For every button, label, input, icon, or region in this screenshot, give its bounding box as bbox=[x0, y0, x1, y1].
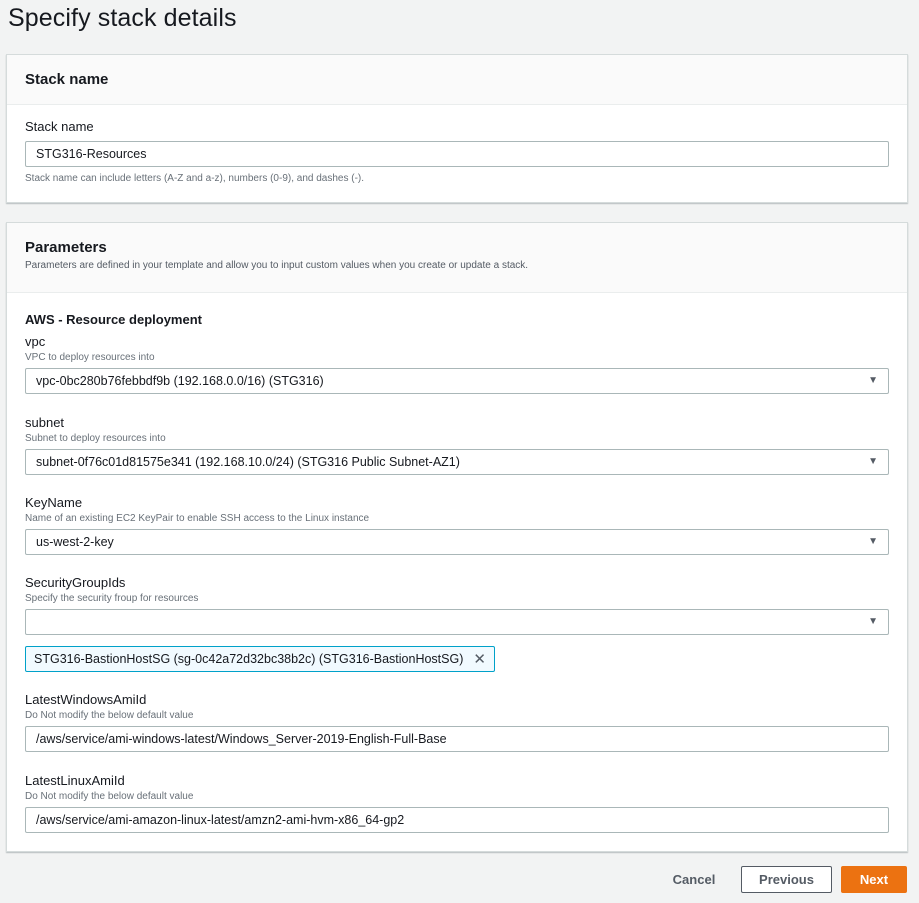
page-title: Specify stack details bbox=[8, 4, 237, 32]
panel-header: Parameters Parameters are defined in you… bbox=[7, 223, 907, 293]
panel-body: AWS - Resource deployment vpc VPC to dep… bbox=[7, 293, 907, 851]
security-group-select[interactable]: ▼ bbox=[25, 609, 889, 635]
caret-down-icon: ▼ bbox=[868, 456, 878, 467]
subnet-select-value: subnet-0f76c01d81575e341 (192.168.10.0/2… bbox=[36, 455, 460, 469]
stack-name-label: Stack name bbox=[25, 119, 94, 134]
previous-button[interactable]: Previous bbox=[741, 866, 832, 893]
parameters-panel: Parameters Parameters are defined in you… bbox=[6, 222, 908, 852]
close-icon[interactable]: ✕ bbox=[473, 652, 486, 667]
security-group-token: STG316-BastionHostSG (sg-0c42a72d32bc38b… bbox=[25, 646, 495, 672]
subnet-description: Subnet to deploy resources into bbox=[25, 433, 166, 444]
stack-name-hint: Stack name can include letters (A-Z and … bbox=[25, 173, 365, 184]
vpc-select-value: vpc-0bc280b76febbdf9b (192.168.0.0/16) (… bbox=[36, 374, 324, 388]
windows-ami-description: Do Not modify the below default value bbox=[25, 710, 194, 721]
keyname-description: Name of an existing EC2 KeyPair to enabl… bbox=[25, 513, 370, 524]
linux-ami-input[interactable] bbox=[25, 807, 889, 833]
vpc-label: vpc bbox=[25, 334, 46, 349]
stack-name-input[interactable] bbox=[25, 141, 889, 167]
subnet-select[interactable]: subnet-0f76c01d81575e341 (192.168.10.0/2… bbox=[25, 449, 889, 475]
panel-title: Stack name bbox=[25, 71, 109, 88]
vpc-description: VPC to deploy resources into bbox=[25, 352, 155, 363]
panel-body: Stack name Stack name can include letter… bbox=[7, 105, 907, 203]
section-title: AWS - Resource deployment bbox=[25, 312, 202, 327]
windows-ami-label: LatestWindowsAmiId bbox=[25, 692, 147, 707]
caret-down-icon: ▼ bbox=[868, 616, 878, 627]
security-group-label: SecurityGroupIds bbox=[25, 575, 126, 590]
caret-down-icon: ▼ bbox=[868, 375, 878, 386]
subnet-label: subnet bbox=[25, 415, 65, 430]
vpc-select[interactable]: vpc-0bc280b76febbdf9b (192.168.0.0/16) (… bbox=[25, 368, 889, 394]
keyname-select-value: us-west-2-key bbox=[36, 535, 114, 549]
next-button[interactable]: Next bbox=[841, 866, 907, 893]
linux-ami-description: Do Not modify the below default value bbox=[25, 791, 194, 802]
token-label: STG316-BastionHostSG (sg-0c42a72d32bc38b… bbox=[34, 652, 464, 666]
stack-name-panel: Stack name Stack name Stack name can inc… bbox=[6, 54, 908, 203]
panel-description: Parameters are defined in your template … bbox=[25, 260, 529, 271]
panel-header: Stack name bbox=[7, 55, 907, 105]
cancel-button[interactable]: Cancel bbox=[664, 866, 724, 893]
keyname-label: KeyName bbox=[25, 495, 83, 510]
windows-ami-input[interactable] bbox=[25, 726, 889, 752]
linux-ami-label: LatestLinuxAmiId bbox=[25, 773, 125, 788]
security-group-description: Specify the security froup for resources bbox=[25, 593, 199, 604]
keyname-select[interactable]: us-west-2-key ▼ bbox=[25, 529, 889, 555]
caret-down-icon: ▼ bbox=[868, 536, 878, 547]
panel-title: Parameters bbox=[25, 239, 107, 256]
